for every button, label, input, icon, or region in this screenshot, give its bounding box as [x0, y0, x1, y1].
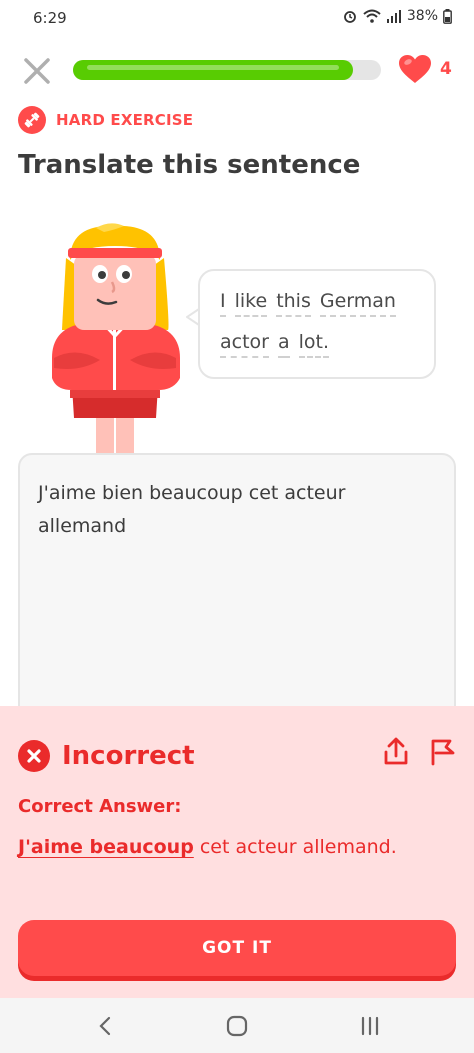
- prompt-word[interactable]: lot.: [298, 331, 330, 358]
- battery-icon: [443, 8, 452, 24]
- prompt-line-1: I like this German: [220, 290, 396, 317]
- close-icon[interactable]: [20, 54, 54, 88]
- recents-nav-icon[interactable]: [355, 1013, 385, 1039]
- hearts-count: 4: [440, 59, 452, 79]
- status-time: 6:29: [33, 9, 67, 27]
- home-nav-icon[interactable]: [222, 1013, 252, 1039]
- feedback-header: Incorrect: [18, 740, 195, 772]
- status-bar: 6:29 38%: [0, 0, 474, 36]
- flag-icon[interactable]: [428, 736, 456, 766]
- page-title: Translate this sentence: [18, 150, 361, 180]
- progress-shine: [87, 65, 340, 70]
- progress-fill: [73, 60, 354, 80]
- alarm-icon: [343, 11, 356, 23]
- prompt-word[interactable]: German: [319, 290, 396, 317]
- feedback-panel: Incorrect Correct Answer: J'aime beaucou…: [0, 706, 474, 998]
- hard-exercise-badge: HARD EXERCISE: [18, 106, 193, 134]
- signal-icon: [386, 10, 401, 23]
- progress-bar: [73, 60, 381, 80]
- heart-icon: [399, 55, 431, 83]
- back-nav-icon[interactable]: [90, 1013, 120, 1039]
- share-icon[interactable]: [382, 736, 410, 766]
- hearts-counter[interactable]: 4: [398, 54, 452, 84]
- battery-percent: 38%: [406, 8, 438, 24]
- got-it-button[interactable]: GOT IT: [18, 920, 456, 976]
- correct-answer-text: J'aime beaucoup cet acteur allemand.: [18, 830, 438, 865]
- dumbbell-icon: [18, 106, 46, 134]
- prompt-word[interactable]: actor: [220, 331, 269, 358]
- prompt-word[interactable]: like: [234, 290, 268, 317]
- prompt-word[interactable]: this: [276, 290, 311, 317]
- feedback-title: Incorrect: [62, 741, 195, 771]
- incorrect-x-icon: [18, 740, 50, 772]
- correct-answer-label: Correct Answer:: [18, 796, 182, 817]
- correct-answer-highlight: J'aime beaucoup: [18, 836, 194, 858]
- hard-exercise-label: HARD EXERCISE: [56, 111, 194, 129]
- prompt-word[interactable]: a: [277, 331, 290, 358]
- prompt-bubble: I like this German actor a lot.: [198, 269, 436, 379]
- system-nav-bar: [0, 998, 474, 1053]
- correct-answer-rest: cet acteur allemand.: [193, 836, 397, 858]
- prompt-line-2: actor a lot.: [220, 331, 330, 358]
- prompt-word[interactable]: I: [220, 290, 226, 317]
- character-illustration: [52, 223, 180, 454]
- answer-text: J'aime bien beaucoup cet acteur allemand: [38, 482, 346, 537]
- wifi-icon: [363, 9, 381, 23]
- status-icons: 38%: [342, 8, 452, 24]
